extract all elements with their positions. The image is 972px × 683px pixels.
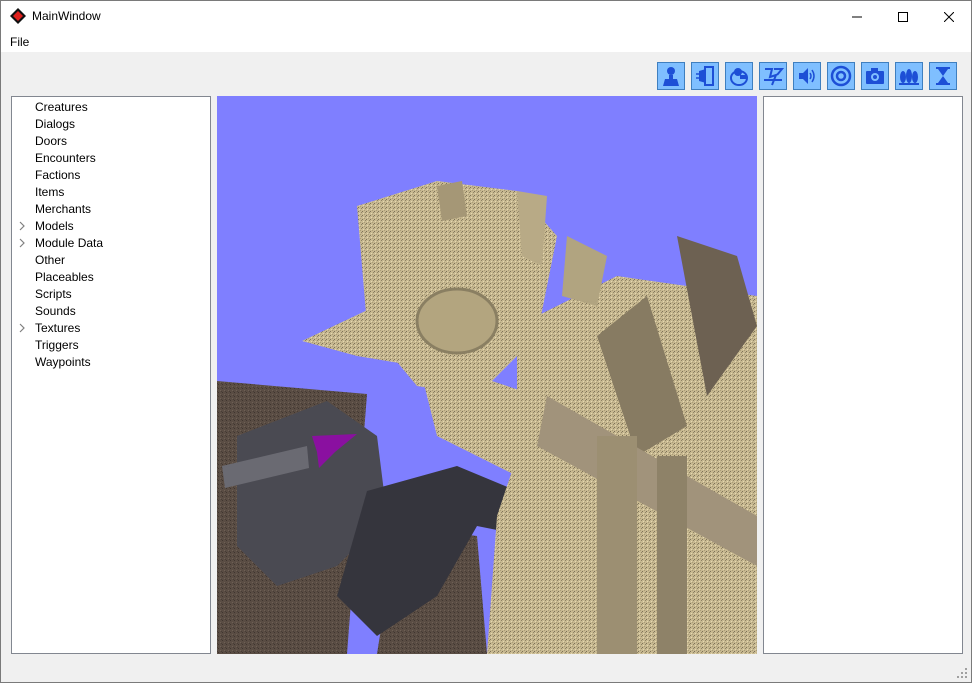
door-tool-button[interactable] (691, 62, 719, 90)
tree-item[interactable]: Doors (12, 133, 210, 150)
tree-item[interactable]: Encounters (12, 150, 210, 167)
minimize-icon (852, 16, 862, 17)
tree-item[interactable]: Triggers (12, 337, 210, 354)
tree-item-label: Merchants (35, 202, 92, 216)
chevron-right-icon[interactable] (17, 221, 27, 231)
tree-item-label: Factions (35, 168, 81, 182)
menu-file[interactable]: File (10, 35, 29, 49)
encounter-icon (730, 68, 748, 86)
waypoint-icon (830, 65, 852, 87)
sound-tool-button[interactable] (793, 62, 821, 90)
close-icon (944, 11, 954, 22)
trigger-icon (764, 68, 784, 86)
tree-item-label: Dialogs (35, 117, 76, 131)
menu-bar: File (1, 32, 971, 52)
tree-item-label: Items (35, 185, 65, 199)
tree-item-label: Doors (35, 134, 68, 148)
properties-panel[interactable] (763, 96, 963, 654)
door-icon (696, 66, 714, 86)
resize-grip-icon[interactable] (956, 667, 968, 679)
tree-item[interactable]: Placeables (12, 269, 210, 286)
tree-item-label: Encounters (35, 151, 96, 165)
hourglass-icon (936, 67, 950, 85)
camera-tool-button[interactable] (861, 62, 889, 90)
window-title: MainWindow (32, 9, 101, 23)
tree-item[interactable]: Textures (12, 320, 210, 337)
chevron-right-icon[interactable] (17, 238, 27, 248)
tree-item[interactable]: Scripts (12, 286, 210, 303)
maximize-icon (898, 11, 908, 22)
tree-item-label: Scripts (35, 287, 72, 301)
tree-item-label: Triggers (35, 338, 79, 352)
maximize-button[interactable] (880, 1, 926, 32)
tree-item[interactable]: Items (12, 184, 210, 201)
tree-item-label: Sounds (35, 304, 76, 318)
tree-item[interactable]: Sounds (12, 303, 210, 320)
placeable-icon (899, 69, 919, 85)
tree-item-label: Waypoints (35, 355, 91, 369)
placeable-tool-button[interactable] (895, 62, 923, 90)
sound-icon (799, 68, 815, 84)
creature-icon (663, 67, 679, 86)
tree-item-label: Creatures (35, 100, 88, 114)
tree-item[interactable]: Factions (12, 167, 210, 184)
tree-item-label: Textures (35, 321, 81, 335)
tree-item-label: Placeables (35, 270, 94, 284)
tree-item[interactable]: Waypoints (12, 354, 210, 371)
waypoint-tool-button[interactable] (827, 62, 855, 90)
hourglass-tool-button[interactable] (929, 62, 957, 90)
tree-item-label: Models (35, 219, 74, 233)
3d-viewport[interactable] (217, 96, 757, 654)
tree-item[interactable]: Models (12, 218, 210, 235)
tree-item[interactable]: Merchants (12, 201, 210, 218)
tree-item[interactable]: Dialogs (12, 116, 210, 133)
minimize-button[interactable] (834, 1, 880, 32)
camera-icon (866, 68, 884, 84)
tree-item[interactable]: Creatures (12, 99, 210, 116)
scene-render (217, 181, 757, 654)
main-window: MainWindow File Creatures Dialogs Doors … (0, 0, 972, 683)
tree-item[interactable]: Other (12, 252, 210, 269)
creature-tool-button[interactable] (657, 62, 685, 90)
tree-item-label: Module Data (35, 236, 104, 250)
tree-item-label: Other (35, 253, 66, 267)
trigger-tool-button[interactable] (759, 62, 787, 90)
close-button[interactable] (926, 1, 972, 32)
chevron-right-icon[interactable] (17, 323, 27, 333)
resource-tree[interactable]: Creatures Dialogs Doors Encounters Factions I… (11, 96, 211, 654)
tree-item[interactable]: Module Data (12, 235, 210, 252)
app-logo-icon (10, 8, 26, 24)
title-bar[interactable]: MainWindow (1, 1, 971, 32)
encounter-tool-button[interactable] (725, 62, 753, 90)
